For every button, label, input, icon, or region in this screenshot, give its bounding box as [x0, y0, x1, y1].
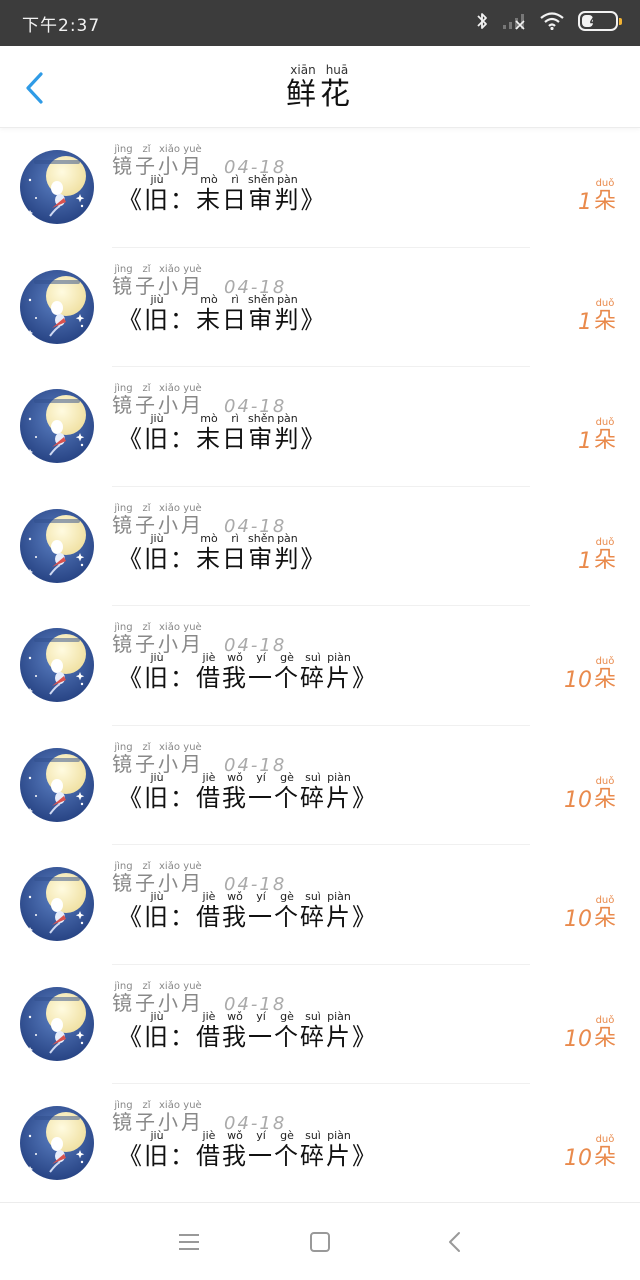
- page-title: 鲜xiān花huā: [0, 63, 640, 113]
- list-item[interactable]: 镜jìng子zǐ小xiǎo月yuè 04-18 《旧jiù：末mò日rì审shěn判…: [0, 128, 640, 248]
- flower-count: 10 朵duǒ: [564, 1134, 616, 1171]
- battery-tip: [619, 18, 622, 25]
- avatar[interactable]: [20, 150, 94, 224]
- count-number: 10: [563, 1026, 592, 1052]
- count-unit: 朵duǒ: [593, 656, 616, 692]
- post-title[interactable]: 《旧jiù：末mò日rì审shěn判pàn》: [118, 293, 326, 335]
- avatar-image: [20, 986, 94, 1061]
- count-number: 1: [577, 190, 592, 215]
- list-item[interactable]: 镜jìng子zǐ小xiǎo月yuè 04-18 《旧jiù：借jiè我wǒ一yí个g…: [0, 1084, 640, 1202]
- flower-count: 10 朵duǒ: [564, 1015, 616, 1052]
- header: 鲜xiān花huā: [0, 46, 640, 128]
- menu-icon: [179, 1234, 199, 1250]
- count-number: 10: [563, 668, 592, 693]
- avatar[interactable]: [20, 1106, 94, 1180]
- avatar[interactable]: [20, 986, 94, 1061]
- avatar-image: [20, 389, 94, 463]
- flower-count: 10 朵duǒ: [564, 895, 616, 932]
- flower-count: 1 朵duǒ: [578, 537, 616, 574]
- status-icons: 43: [476, 11, 622, 31]
- list-item[interactable]: 镜jìng子zǐ小xiǎo月yuè 04-18 《旧jiù：借jiè我wǒ一yí个g…: [0, 845, 640, 965]
- avatar[interactable]: [20, 867, 94, 941]
- count-number: 1: [577, 309, 592, 335]
- flower-count: 1 朵duǒ: [578, 178, 616, 215]
- avatar[interactable]: [20, 628, 94, 702]
- battery-icon: 43: [578, 11, 622, 31]
- avatar[interactable]: [20, 389, 94, 463]
- post-title[interactable]: 《旧jiù：借jiè我wǒ一yí个gè碎suì片piàn》: [118, 771, 378, 813]
- status-bar: 下午2:37 43: [0, 0, 640, 46]
- list-item[interactable]: 镜jìng子zǐ小xiǎo月yuè 04-18 《旧jiù：借jiè我wǒ一yí个g…: [0, 606, 640, 726]
- avatar-image: [20, 269, 94, 344]
- count-unit: 朵duǒ: [593, 1134, 616, 1170]
- flower-count: 1 朵duǒ: [578, 417, 616, 454]
- post-title[interactable]: 《旧jiù：末mò日rì审shěn判pàn》: [118, 173, 326, 215]
- list-item[interactable]: 镜jìng子zǐ小xiǎo月yuè 04-18 《旧jiù：末mò日rì审shěn判…: [0, 487, 640, 606]
- avatar-image: [20, 150, 94, 224]
- wifi-icon: [540, 12, 564, 30]
- count-number: 1: [577, 548, 592, 574]
- avatar-image: [20, 628, 94, 702]
- count-unit: 朵duǒ: [593, 536, 616, 573]
- avatar-image: [20, 1106, 94, 1180]
- count-unit: 朵duǒ: [593, 417, 616, 453]
- battery-level-text: 43: [589, 14, 607, 28]
- flower-record-list[interactable]: 镜jìng子zǐ小xiǎo月yuè 04-18 《旧jiù：末mò日rì审shěn判…: [0, 128, 640, 1202]
- list-item[interactable]: 镜jìng子zǐ小xiǎo月yuè 04-18 《旧jiù：借jiè我wǒ一yí个g…: [0, 726, 640, 845]
- post-title[interactable]: 《旧jiù：借jiè我wǒ一yí个gè碎suì片piàn》: [118, 890, 378, 932]
- count-number: 10: [563, 1146, 592, 1171]
- avatar[interactable]: [20, 269, 94, 344]
- count-number: 10: [563, 907, 592, 932]
- menu-button[interactable]: [174, 1227, 204, 1257]
- avatar[interactable]: [20, 508, 94, 583]
- list-item[interactable]: 镜jìng子zǐ小xiǎo月yuè 04-18 《旧jiù：末mò日rì审shěn判…: [0, 248, 640, 367]
- avatar-image: [20, 867, 94, 941]
- count-unit: 朵duǒ: [593, 775, 616, 812]
- system-nav-bar: [0, 1202, 640, 1280]
- flower-count: 10 朵duǒ: [564, 776, 616, 813]
- status-time: 下午2:37: [22, 16, 101, 36]
- post-title[interactable]: 《旧jiù：借jiè我wǒ一yí个gè碎suì片piàn》: [118, 651, 378, 693]
- avatar-image: [20, 747, 94, 822]
- page-title-text: 鲜xiān花huā: [286, 63, 354, 112]
- back-triangle-icon: [449, 1232, 460, 1252]
- post-title[interactable]: 《旧jiù：末mò日rì审shěn判pàn》: [118, 412, 326, 454]
- flower-count: 10 朵duǒ: [564, 656, 616, 693]
- list-item[interactable]: 镜jìng子zǐ小xiǎo月yuè 04-18 《旧jiù：末mò日rì审shěn判…: [0, 367, 640, 487]
- flower-count: 1 朵duǒ: [578, 298, 616, 335]
- count-number: 1: [577, 429, 592, 454]
- count-number: 10: [563, 787, 592, 813]
- post-title[interactable]: 《旧jiù：借jiè我wǒ一yí个gè碎suì片piàn》: [118, 1129, 378, 1171]
- avatar[interactable]: [20, 747, 94, 822]
- list-item[interactable]: 镜jìng子zǐ小xiǎo月yuè 04-18 《旧jiù：借jiè我wǒ一yí个g…: [0, 965, 640, 1084]
- count-unit: 朵duǒ: [593, 178, 616, 214]
- post-title[interactable]: 《旧jiù：借jiè我wǒ一yí个gè碎suì片piàn》: [118, 1010, 378, 1052]
- bluetooth-icon: [476, 11, 488, 31]
- count-unit: 朵duǒ: [593, 297, 616, 334]
- post-title[interactable]: 《旧jiù：末mò日rì审shěn判pàn》: [118, 532, 326, 574]
- home-button[interactable]: [305, 1227, 335, 1257]
- count-unit: 朵duǒ: [593, 895, 616, 931]
- home-square-icon: [310, 1232, 330, 1252]
- signal-icon: [502, 12, 526, 30]
- avatar-image: [20, 508, 94, 583]
- count-unit: 朵duǒ: [593, 1014, 616, 1051]
- system-back-button[interactable]: [440, 1227, 470, 1257]
